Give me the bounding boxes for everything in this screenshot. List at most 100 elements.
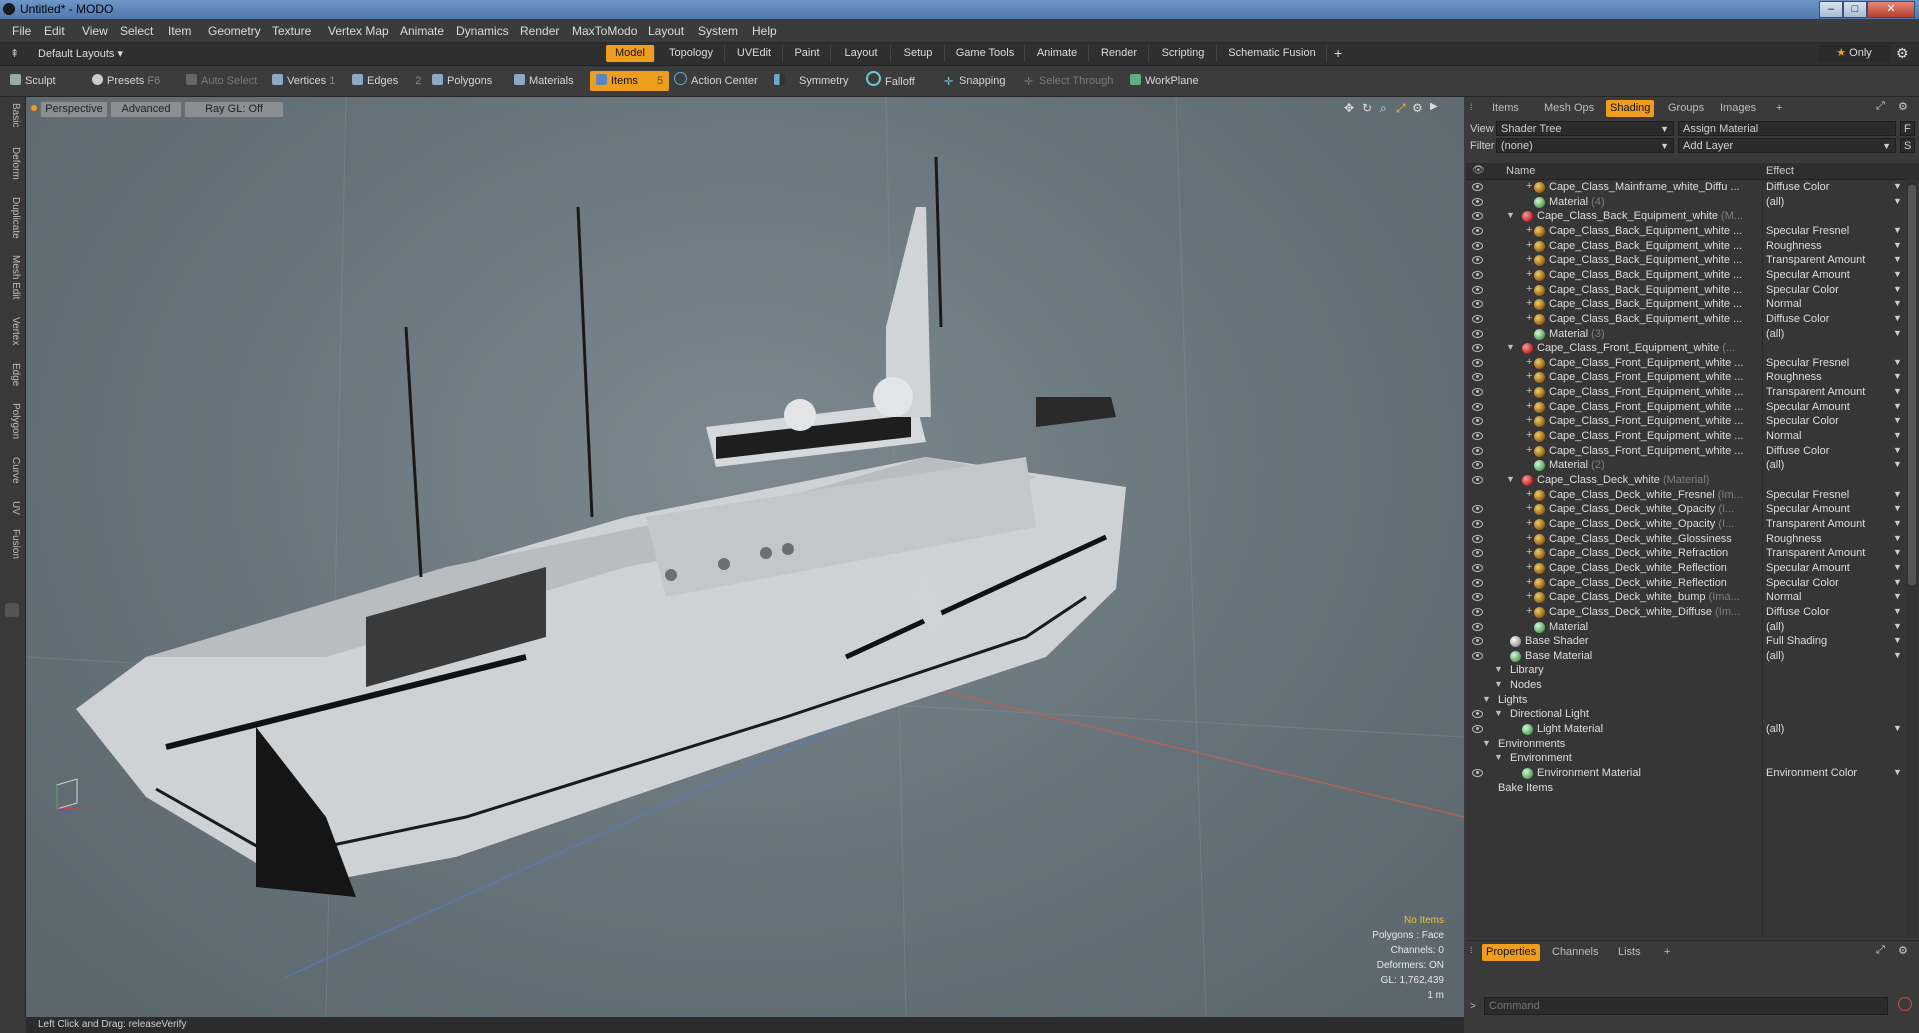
- effect-dropdown-icon[interactable]: ▼: [1893, 284, 1902, 294]
- expand-triangle-icon[interactable]: ▼: [1494, 752, 1503, 762]
- tree-row-effect[interactable]: Transparent Amount: [1766, 547, 1865, 559]
- expand-plus-icon[interactable]: +: [1526, 297, 1532, 309]
- close-button[interactable]: ✕: [1867, 1, 1915, 18]
- tree-row-effect[interactable]: Specular Amount: [1766, 503, 1850, 515]
- effect-dropdown-icon[interactable]: ▼: [1893, 459, 1902, 469]
- visibility-eye-icon[interactable]: [1472, 388, 1483, 397]
- vtab-basic[interactable]: Basic: [3, 103, 21, 127]
- menu-edit[interactable]: Edit: [44, 24, 65, 38]
- effect-dropdown-icon[interactable]: ▼: [1893, 328, 1902, 338]
- effect-dropdown-icon[interactable]: ▼: [1893, 518, 1902, 528]
- tree-row-effect[interactable]: Specular Fresnel: [1766, 489, 1849, 501]
- vertices-button[interactable]: Vertices 1: [272, 71, 335, 91]
- tab-uvedit[interactable]: UVEdit: [726, 45, 783, 62]
- expand-plus-icon[interactable]: +: [1526, 590, 1532, 602]
- expand-triangle-icon[interactable]: ▼: [1482, 738, 1491, 748]
- effect-dropdown-icon[interactable]: ▼: [1893, 606, 1902, 616]
- visibility-eye-icon[interactable]: [1472, 373, 1483, 382]
- tree-row-effect[interactable]: Roughness: [1766, 240, 1822, 252]
- effect-dropdown-icon[interactable]: ▼: [1893, 723, 1902, 733]
- expand-plus-icon[interactable]: +: [1526, 370, 1532, 382]
- symmetry-button[interactable]: Symmetry: [774, 71, 849, 91]
- menu-view[interactable]: View: [82, 24, 108, 38]
- materials-button[interactable]: Materials: [514, 71, 574, 91]
- expand-triangle-icon[interactable]: ▼: [1506, 210, 1515, 220]
- tree-row-effect[interactable]: Specular Color: [1766, 577, 1839, 589]
- expand-plus-icon[interactable]: +: [1526, 429, 1532, 441]
- visibility-eye-icon[interactable]: [1472, 241, 1483, 250]
- visibility-eye-icon[interactable]: [1472, 432, 1483, 441]
- effect-dropdown-icon[interactable]: ▼: [1893, 621, 1902, 631]
- tab-animate[interactable]: Animate: [1026, 45, 1089, 62]
- expand-toolbox-button[interactable]: [5, 603, 19, 617]
- visibility-eye-icon[interactable]: [1472, 314, 1483, 323]
- tree-row-effect[interactable]: Transparent Amount: [1766, 254, 1865, 266]
- visibility-eye-icon[interactable]: [1472, 651, 1483, 660]
- vtab-deform[interactable]: Deform: [3, 147, 21, 180]
- tab-model[interactable]: Model: [606, 45, 655, 62]
- menu-dynamics[interactable]: Dynamics: [456, 24, 509, 38]
- tree-row-effect[interactable]: Roughness: [1766, 533, 1822, 545]
- command-input[interactable]: [1484, 997, 1888, 1015]
- expand-plus-icon[interactable]: +: [1526, 546, 1532, 558]
- visibility-eye-icon[interactable]: [1472, 300, 1483, 309]
- visibility-eye-icon[interactable]: [1472, 593, 1483, 602]
- effect-dropdown-icon[interactable]: ▼: [1893, 401, 1902, 411]
- visibility-eye-icon[interactable]: [1472, 183, 1483, 191]
- vtab-duplicate[interactable]: Duplicate: [3, 197, 21, 239]
- visibility-eye-icon[interactable]: [1472, 226, 1483, 235]
- vtab-fusion[interactable]: Fusion: [3, 529, 21, 559]
- visibility-eye-icon[interactable]: [1472, 505, 1483, 514]
- expand-triangle-icon[interactable]: ▼: [1506, 474, 1515, 484]
- visibility-eye-icon[interactable]: [1472, 549, 1483, 558]
- menu-help[interactable]: Help: [752, 24, 777, 38]
- expand-plus-icon[interactable]: +: [1526, 356, 1532, 368]
- column-effect[interactable]: Effect: [1766, 165, 1794, 177]
- tab-properties[interactable]: Properties: [1482, 944, 1541, 961]
- add-layer-dropdown[interactable]: Add Layer ▼: [1678, 138, 1896, 153]
- s-button[interactable]: S: [1900, 138, 1915, 153]
- add-panel-tab-button[interactable]: +: [1776, 100, 1782, 117]
- edges-button[interactable]: Edges 2: [352, 71, 421, 91]
- tree-row-effect[interactable]: Environment Color: [1766, 767, 1857, 779]
- vtab-mesh-edit[interactable]: Mesh Edit: [3, 255, 21, 299]
- expand-plus-icon[interactable]: +: [1526, 414, 1532, 426]
- tree-row-effect[interactable]: Specular Color: [1766, 415, 1839, 427]
- only-toggle[interactable]: ★ Only: [1818, 45, 1890, 62]
- expand-plus-icon[interactable]: +: [1526, 312, 1532, 324]
- effect-dropdown-icon[interactable]: ▼: [1893, 269, 1902, 279]
- tree-row-effect[interactable]: Diffuse Color: [1766, 445, 1829, 457]
- expand-plus-icon[interactable]: +: [1526, 385, 1532, 397]
- items-button[interactable]: Items 5: [590, 71, 670, 91]
- expand-plus-icon[interactable]: +: [1526, 532, 1532, 544]
- visibility-eye-icon[interactable]: [1472, 446, 1483, 455]
- f-button[interactable]: F: [1900, 121, 1915, 136]
- expand-plus-icon[interactable]: +: [1526, 268, 1532, 280]
- expand-plus-icon[interactable]: +: [1526, 400, 1532, 412]
- auto-select-button[interactable]: Auto Select: [186, 71, 257, 91]
- tree-row[interactable]: Bake Items: [1466, 780, 1919, 798]
- visibility-eye-icon[interactable]: [1472, 197, 1483, 206]
- column-name[interactable]: Name: [1506, 165, 1535, 177]
- effect-dropdown-icon[interactable]: ▼: [1893, 254, 1902, 264]
- tree-row-effect[interactable]: Specular Color: [1766, 284, 1839, 296]
- props-grip-icon[interactable]: ⁞: [1470, 945, 1473, 955]
- tree-scrollbar[interactable]: [1906, 179, 1918, 938]
- effect-dropdown-icon[interactable]: ▼: [1893, 767, 1902, 777]
- effect-dropdown-icon[interactable]: ▼: [1893, 240, 1902, 250]
- expand-triangle-icon[interactable]: ▼: [1494, 664, 1503, 674]
- shader-tree[interactable]: 👁 Name Effect + Cape_Class_Mainframe_whit…: [1466, 163, 1919, 938]
- expand-plus-icon[interactable]: +: [1526, 283, 1532, 295]
- expand-plus-icon[interactable]: +: [1526, 444, 1532, 456]
- expand-triangle-icon[interactable]: ▼: [1494, 679, 1503, 689]
- effect-dropdown-icon[interactable]: ▼: [1893, 313, 1902, 323]
- tab-channels[interactable]: Channels: [1552, 944, 1598, 961]
- tree-scroll-thumb[interactable]: [1908, 185, 1916, 585]
- tree-row-effect[interactable]: Specular Amount: [1766, 401, 1850, 413]
- expand-plus-icon[interactable]: +: [1526, 502, 1532, 514]
- visibility-eye-icon[interactable]: [1472, 476, 1483, 484]
- panel-grip-icon[interactable]: ⁞: [1470, 102, 1473, 112]
- expand-plus-icon[interactable]: +: [1526, 576, 1532, 588]
- tab-groups[interactable]: Groups: [1668, 100, 1704, 117]
- select-through-button[interactable]: ✛ Select Through: [1024, 71, 1113, 91]
